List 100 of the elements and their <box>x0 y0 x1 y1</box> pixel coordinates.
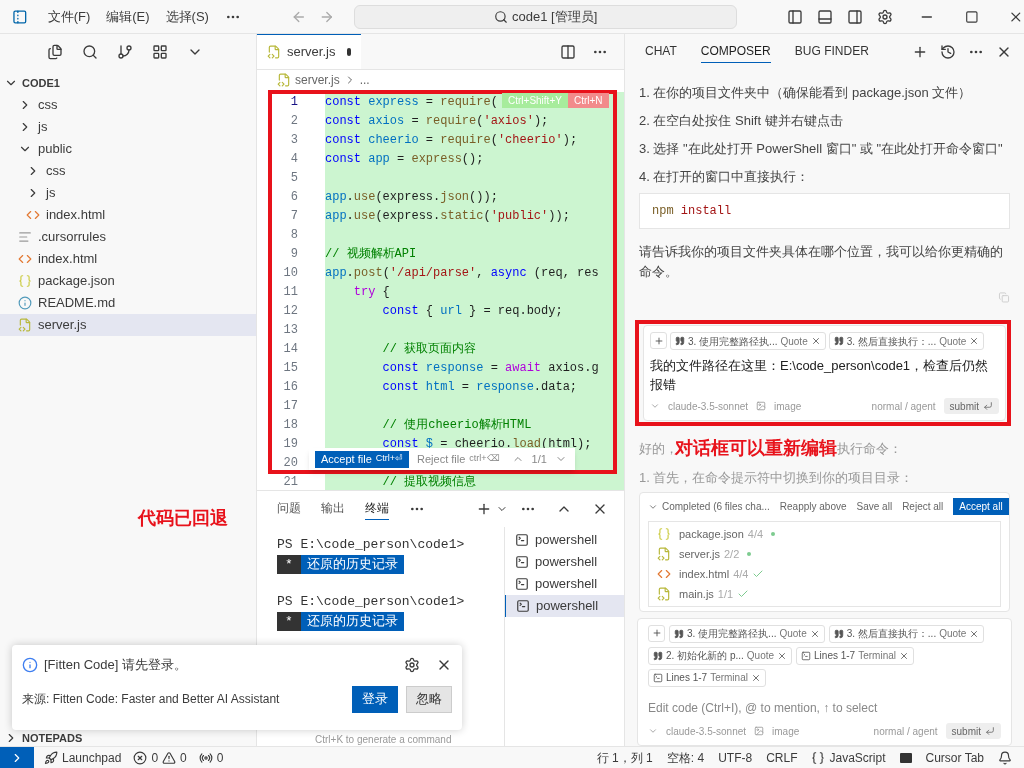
cursor-tab-button[interactable]: Cursor Tab <box>925 748 984 767</box>
close-icon[interactable] <box>809 628 820 639</box>
submit-button[interactable]: submit <box>943 398 999 415</box>
settings-icon[interactable] <box>877 8 894 25</box>
terminal-list-item[interactable]: powershell <box>505 551 624 573</box>
file-tree-item[interactable]: public <box>0 138 256 160</box>
close-icon[interactable] <box>750 672 761 683</box>
history-icon[interactable] <box>940 44 956 60</box>
file-tree-item[interactable]: js <box>0 182 256 204</box>
context-chip[interactable]: 3. 然后直接执行：... Quote <box>828 624 985 643</box>
context-chip[interactable]: 3. 然后直接执行：... Quote <box>828 332 985 351</box>
extensions-icon[interactable] <box>152 44 168 60</box>
menu-item[interactable]: 文件(F) <box>47 6 91 27</box>
notifications-icon[interactable] <box>998 750 1012 765</box>
terminal-list-item[interactable]: powershell <box>505 595 624 617</box>
close-icon[interactable] <box>969 628 980 639</box>
source-control-icon[interactable] <box>117 44 133 60</box>
search-icon[interactable] <box>82 44 98 60</box>
terminal-list-item[interactable]: powershell <box>505 529 624 551</box>
file-tree-item[interactable]: server.js <box>0 314 256 336</box>
breadcrumb-item[interactable]: server.js <box>295 71 340 89</box>
split-editor-icon[interactable] <box>560 43 576 60</box>
problems-button[interactable]: 0 0 <box>133 748 187 767</box>
line-number: 9 <box>289 245 298 263</box>
panel-tab[interactable]: 输出 <box>321 499 345 519</box>
file-tree-item[interactable]: package.json <box>0 270 256 292</box>
error-icon <box>133 750 148 765</box>
assistant-tab[interactable]: COMPOSER <box>700 41 771 63</box>
accept-all-button[interactable]: Accept all <box>953 498 1009 516</box>
search-field[interactable]: code1 [管理员] <box>354 4 738 29</box>
file-tree-item[interactable]: css <box>0 94 256 116</box>
file-tree-item[interactable]: .cursorrules <box>0 226 256 248</box>
changes-summary[interactable]: Completed (6 files cha... <box>648 499 770 515</box>
app-logo-icon <box>12 8 28 25</box>
settings-icon[interactable] <box>404 656 420 673</box>
html-file-icon <box>26 208 40 222</box>
edit-message-box[interactable]: 3. 使用完整路径执... Quote 3. 然后直接执行：... Quote 我的文件路径在这里：E:\code_person\code1，检查后仍然报错 claude-3.5-sonnet image normal / agent submit <box>643 325 1006 422</box>
context-chip[interactable]: Lines 1-7 Terminal <box>648 668 766 687</box>
toggle-sidebar-icon[interactable] <box>787 8 804 25</box>
panel-tab[interactable]: 问题 <box>277 499 301 519</box>
new-terminal-icon[interactable] <box>476 501 492 517</box>
context-chip[interactable]: 3. 使用完整路径执... Quote <box>670 332 826 351</box>
context-chip[interactable]: Lines 1-7 Terminal <box>796 646 914 665</box>
new-chat-icon[interactable] <box>912 44 928 60</box>
terminal-list-item[interactable]: powershell <box>505 573 624 595</box>
reject-file-button[interactable]: Reject file ctrl+⌫ <box>417 450 500 468</box>
panel-tab[interactable]: 终端 <box>365 498 389 520</box>
context-chip[interactable]: 3. 使用完整路径执... Quote <box>669 624 825 643</box>
notification-button[interactable]: 登录 <box>352 685 398 713</box>
accept-file-button[interactable]: Accept file Ctrl+⏎ <box>315 450 409 468</box>
status-item[interactable]: CRLF <box>766 748 798 767</box>
line-number: 20 <box>282 454 298 472</box>
close-icon[interactable] <box>969 336 980 347</box>
launchpad-button[interactable]: Launchpad <box>44 748 122 767</box>
section-header[interactable]: NOTEPADS <box>0 730 256 746</box>
menu-item[interactable]: 选择(S) <box>165 6 209 27</box>
language-button[interactable]: JavaScript <box>811 748 886 767</box>
changed-file-row[interactable]: main.js 1/1 <box>657 583 992 604</box>
chat-input-box[interactable]: 3. 使用完整路径执... Quote 3. 然后直接执行：... Quote 2. 初始化新的 p... Quote Lines 1-7 Terminal Lines 1-7 Terminal Edit code (Ctrl+I), @ to mention, ↑ to select claude-3.5-sonnet image normal / agent submit <box>637 617 1012 746</box>
folder-header[interactable]: CODE1 <box>0 72 256 94</box>
file-tree-item[interactable]: index.html <box>0 248 256 270</box>
toggle-secondary-sidebar-icon[interactable] <box>847 8 864 25</box>
editor-tab[interactable]: server.js <box>257 34 361 69</box>
maximize-icon[interactable] <box>964 9 979 24</box>
changed-file-row[interactable]: package.json 4/4 <box>657 523 992 544</box>
breadcrumb-item[interactable]: ... <box>359 71 370 89</box>
terminal-icon <box>801 650 812 661</box>
status-item[interactable]: UTF-8 <box>718 748 753 767</box>
change-action-button[interactable]: Reject all <box>902 499 944 515</box>
close-icon[interactable] <box>899 650 909 661</box>
assistant-tab[interactable]: CHAT <box>645 42 677 62</box>
menu-item[interactable]: 编辑(E) <box>106 6 150 27</box>
info-icon <box>18 296 32 310</box>
assistant-tab[interactable]: BUG FINDER <box>794 42 869 62</box>
step-text: 2. 在空白处按住 Shift 键并右键点击 <box>639 112 844 130</box>
script-file-icon <box>657 586 671 601</box>
file-tree-item[interactable]: README.md <box>0 292 256 314</box>
explorer-icon[interactable] <box>47 44 63 60</box>
file-tree-item[interactable]: index.html <box>0 204 256 226</box>
submit-button[interactable]: submit <box>945 723 1001 739</box>
terminal-icon <box>653 672 663 683</box>
close-icon[interactable] <box>777 650 788 661</box>
changed-file-row[interactable]: index.html 4/4 <box>657 563 992 584</box>
change-action-button[interactable]: Save all <box>856 499 893 515</box>
change-action-button[interactable]: Reapply above <box>779 499 847 515</box>
enter-icon <box>985 726 995 736</box>
image-icon <box>756 401 767 412</box>
changed-file-row[interactable]: server.js 2/2 <box>657 543 992 564</box>
html-file-icon <box>18 252 32 266</box>
file-tree-item[interactable]: css <box>0 160 256 182</box>
context-chip[interactable]: 2. 初始化新的 p... Quote <box>648 646 793 665</box>
ports-button[interactable]: 0 <box>198 748 224 767</box>
file-tree-item[interactable]: js <box>0 116 256 138</box>
status-item[interactable]: 行 1，列 1 <box>596 748 653 767</box>
line-number: 17 <box>282 397 298 415</box>
toggle-panel-icon[interactable] <box>817 8 834 25</box>
status-item[interactable]: 空格: 4 <box>666 748 705 767</box>
notification-button[interactable]: 忽略 <box>406 685 452 713</box>
close-icon[interactable] <box>810 336 821 347</box>
chat-input-field[interactable]: Edit code (Ctrl+I), @ to mention, ↑ to select <box>648 698 1001 717</box>
